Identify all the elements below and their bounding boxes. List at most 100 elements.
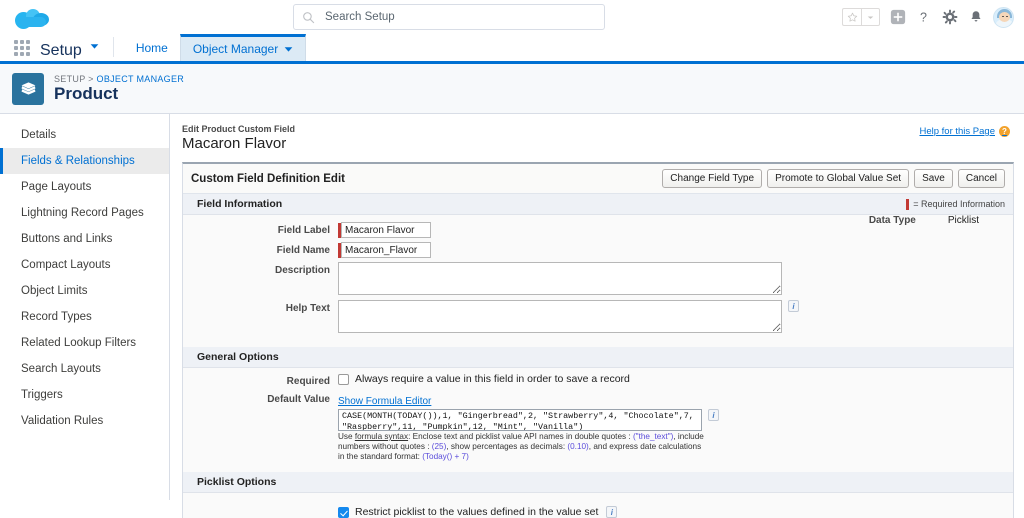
sidebar-item-label: Record Types [21,311,92,323]
panel-title: Custom Field Definition Edit [191,172,345,185]
info-icon[interactable]: i [708,409,719,421]
salesforce-cloud-logo[interactable] [10,2,54,32]
help-question-icon: ? [999,126,1010,137]
sidebar-item-related-lookup-filters[interactable]: Related Lookup Filters [0,330,169,356]
field-name-row: Field Name [183,242,1013,258]
sidebar-item-page-layouts[interactable]: Page Layouts [0,174,169,200]
search-input[interactable]: Search Setup [325,11,395,23]
object-sidebar: Details Fields & Relationships Page Layo… [0,114,170,500]
sidebar-item-compact-layouts[interactable]: Compact Layouts [0,252,169,278]
setup-gear-icon[interactable] [941,9,958,26]
info-icon[interactable]: i [788,300,799,312]
help-text-row: Help Text i [183,300,1013,333]
page-eyebrow: Edit Product Custom Field [182,124,296,134]
section-title: Picklist Options [197,476,277,488]
sidebar-item-label: Validation Rules [21,415,104,427]
help-for-this-page-link[interactable]: Help for this Page ? [919,126,1010,137]
data-type-value: Picklist [947,215,979,226]
restrict-picklist-control[interactable]: Restrict picklist to the values defined … [338,506,618,518]
chevron-down-icon[interactable] [284,42,293,56]
field-name-label: Field Name [276,245,330,256]
description-label: Description [274,265,330,276]
tab-object-manager-label: Object Manager [192,42,279,56]
sidebar-item-fields-relationships[interactable]: Fields & Relationships [0,148,169,174]
app-launcher-icon[interactable] [14,39,32,57]
restrict-spacer [183,506,338,509]
add-icon[interactable] [889,9,906,26]
sidebar-item-label: Triggers [21,389,63,401]
formula-syntax-link[interactable]: formula syntax [355,432,408,441]
field-name-control [338,242,431,258]
sidebar-item-triggers[interactable]: Triggers [0,382,169,408]
required-checkbox-control[interactable]: Always require a value in this field in … [338,373,630,385]
svg-text:?: ? [920,10,927,24]
tab-home[interactable]: Home [124,35,180,61]
notifications-bell-icon[interactable] [967,9,984,26]
sidebar-item-details[interactable]: Details [0,122,169,148]
page-title: Product [54,84,119,103]
save-button[interactable]: Save [914,169,953,188]
favorites-group[interactable] [842,8,880,26]
body-container: Details Fields & Relationships Page Layo… [0,114,1024,518]
promote-to-global-value-set-button[interactable]: Promote to Global Value Set [767,169,910,188]
field-label-input[interactable] [341,222,431,238]
required-legend: = Required Information [906,198,1005,210]
field-label-control [338,222,431,238]
cancel-button[interactable]: Cancel [957,169,1005,188]
sidebar-item-object-limits[interactable]: Object Limits [0,278,169,304]
syntax-code-percent: (0.10) [567,442,589,451]
sidebar-item-label: Compact Layouts [21,259,111,271]
search-box[interactable]: Search Setup [293,4,605,30]
description-row: Description [183,262,1013,295]
breadcrumb: SETUP > OBJECT MANAGER [54,74,184,84]
panel-button-row: Change Field Type Promote to Global Valu… [662,169,1005,188]
sidebar-item-search-layouts[interactable]: Search Layouts [0,356,169,382]
field-title: Macaron Flavor [182,135,287,152]
change-field-type-button[interactable]: Change Field Type [662,169,763,188]
sidebar-item-label: Page Layouts [21,181,92,193]
nav-divider [112,37,114,57]
field-label-label: Field Label [277,225,330,236]
help-icon[interactable]: ? [915,9,932,26]
sidebar-item-label: Related Lookup Filters [21,337,137,349]
sidebar-item-record-types[interactable]: Record Types [0,304,169,330]
restrict-picklist-checkbox[interactable] [338,507,349,518]
sidebar-item-label: Search Layouts [21,363,101,375]
header-icon-group: ? [842,0,1014,34]
global-header: Search Setup ? [0,0,1024,34]
description-control [338,262,782,295]
required-checkbox[interactable] [338,374,349,385]
description-textarea[interactable] [338,262,782,295]
default-value-formula-textarea[interactable]: CASE(MONTH(TODAY()),1, "Gingerbread",2, … [338,409,702,431]
page-heading: Edit Product Custom Field Macaron Flavor… [182,124,1014,162]
default-value-control: Show Formula Editor CASE(MONTH(TODAY()),… [338,391,719,462]
global-search[interactable]: Search Setup [293,4,605,30]
favorites-star-icon[interactable] [842,8,861,26]
user-avatar[interactable] [993,6,1014,28]
sidebar-item-validation-rules[interactable]: Validation Rules [0,408,169,434]
tab-object-manager[interactable]: Object Manager [179,34,307,61]
favorites-dropdown-icon[interactable] [861,8,880,26]
section-general-options: General Options [183,347,1013,368]
syntax-help-part2: : Enclose text and picklist value API na… [408,432,633,441]
required-label: Required [286,376,330,387]
restrict-picklist-label: Restrict picklist to the values defined … [355,506,599,518]
breadcrumb-separator: > [88,74,94,84]
app-name-dropdown-icon[interactable] [90,37,99,55]
general-options-form: Required Always require a value in this … [183,368,1013,472]
breadcrumb-object-manager[interactable]: OBJECT MANAGER [97,74,185,84]
field-name-input[interactable] [341,242,431,258]
help-text-label: Help Text [285,303,330,314]
show-formula-editor-link[interactable]: Show Formula Editor [338,396,431,407]
default-value-row: Default Value Show Formula Editor CASE(M… [183,391,1013,462]
field-information-form: Data Type Picklist Field Label Field Nam… [183,215,1013,347]
help-text-textarea[interactable] [338,300,782,333]
sidebar-item-lightning-record-pages[interactable]: Lightning Record Pages [0,200,169,226]
info-icon[interactable]: i [606,506,618,518]
help-text-control: i [338,300,799,333]
sidebar-item-buttons-and-links[interactable]: Buttons and Links [0,226,169,252]
sidebar-item-label: Object Limits [21,285,88,297]
syntax-help-part1: Use [338,432,355,441]
object-stack-icon [12,72,44,105]
required-checkbox-label: Always require a value in this field in … [355,373,630,385]
